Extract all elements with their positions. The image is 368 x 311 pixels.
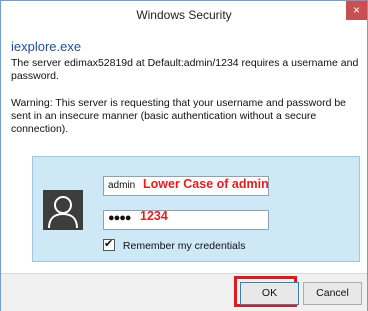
remember-credentials-row: ✔ Remember my credentials <box>103 238 246 252</box>
close-button[interactable]: × <box>346 1 367 20</box>
user-avatar-icon <box>43 190 83 230</box>
cancel-button[interactable]: Cancel <box>303 282 362 305</box>
password-value: ●●●● <box>108 212 132 224</box>
password-input[interactable]: ●●●● <box>103 210 269 230</box>
remember-checkbox[interactable]: ✔ <box>103 238 115 251</box>
username-value: admin <box>108 180 136 191</box>
close-icon: × <box>352 3 360 17</box>
password-annotation: 1234 <box>140 209 168 223</box>
username-annotation: Lower Case of admin <box>143 177 269 191</box>
windows-security-dialog: Windows Security × iexplore.exe The serv… <box>0 0 368 311</box>
window-title: Windows Security <box>136 8 232 22</box>
check-icon: ✔ <box>104 238 114 250</box>
remember-label: Remember my credentials <box>122 240 246 252</box>
server-message: The server edimax52819d at Default:admin… <box>11 57 359 82</box>
ok-button[interactable]: OK <box>240 282 299 305</box>
app-name: iexplore.exe <box>11 39 82 54</box>
credential-panel: admin Lower Case of admin ●●●● 1234 ✔ Re… <box>32 156 360 262</box>
title-bar: Windows Security × <box>1 1 367 28</box>
security-warning: Warning: This server is requesting that … <box>11 97 347 135</box>
button-bar: OK Cancel <box>1 273 367 311</box>
